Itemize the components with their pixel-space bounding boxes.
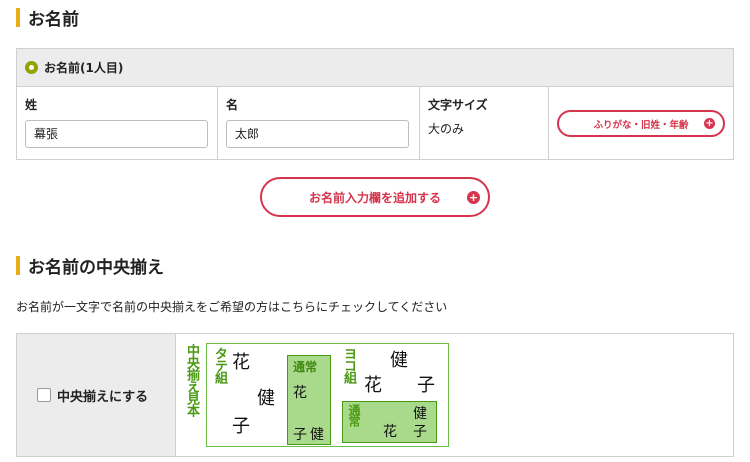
add-name-label: お名前入力欄を追加する (308, 190, 441, 205)
options-cell: ふりがな・旧姓・年齢 + (549, 87, 733, 160)
center-align-description: お名前が一文字で名前の中央揃えをご希望の方はこちらにチェックしてください (16, 300, 448, 314)
horizontal-normal-ken: 健 (413, 406, 427, 422)
horizontal-glyph-ken: 健 (390, 350, 408, 371)
horizontal-normal-box: 通常 健 花 子 (342, 401, 437, 443)
horizontal-normal-hana: 花 (383, 424, 397, 440)
title-accent-bar (16, 7, 20, 27)
horizontal-glyph-ko: 子 (417, 375, 435, 396)
plus-circle-icon: + (704, 118, 715, 129)
center-align-checkbox[interactable] (37, 388, 51, 402)
name-entry-table: お名前(1人目) 姓 幕張 名 太郎 文字サイズ 大のみ ふりがな・旧姓・年齢 … (16, 48, 734, 160)
title-accent-bar (16, 255, 20, 275)
vertical-normal-ko: 子 (293, 427, 307, 443)
name-entry-row: 姓 幕張 名 太郎 文字サイズ 大のみ ふりがな・旧姓・年齢 + (17, 87, 733, 160)
horizontal-label: ヨコ組 (341, 347, 356, 383)
first-name-cell: 名 太郎 (218, 87, 420, 160)
font-size-label: 文字サイズ (428, 98, 488, 112)
vertical-glyph-hana: 花 (232, 352, 250, 373)
last-name-input[interactable]: 幕張 (25, 120, 208, 148)
center-align-option[interactable]: 中央揃えにする (17, 334, 176, 456)
vertical-label: タテ組 (212, 347, 227, 383)
vertical-normal-ken: 健 (310, 427, 324, 443)
add-name-button[interactable]: お名前入力欄を追加する + (260, 177, 490, 217)
first-name-label: 名 (226, 98, 239, 112)
plus-circle-icon: + (467, 191, 480, 204)
sample-side-label: 中央揃え見本 (184, 344, 199, 416)
section-title-name: お名前 (16, 6, 79, 30)
vertical-normal-hana: 花 (293, 385, 307, 401)
center-align-sample: 中央揃え見本 タテ組 花 健 子 通常 花 子 健 ヨコ組 健 花 子 通常 健… (176, 334, 733, 456)
furigana-options-label: ふりがな・旧姓・年齢 (593, 119, 689, 131)
horizontal-glyph-hana: 花 (364, 375, 382, 396)
vertical-glyph-ken: 健 (257, 388, 275, 409)
vertical-glyph-ko: 子 (232, 416, 250, 437)
last-name-label: 姓 (25, 98, 38, 112)
sample-box: タテ組 花 健 子 通常 花 子 健 ヨコ組 健 花 子 通常 健 花 子 (206, 343, 449, 447)
section-title-text: お名前 (28, 9, 79, 30)
horizontal-normal-ko: 子 (413, 424, 427, 440)
name-entry-header-label: お名前(1人目) (44, 61, 124, 75)
vertical-normal-box: 通常 花 子 健 (287, 355, 331, 445)
name-entry-header: お名前(1人目) (17, 49, 733, 87)
center-align-table: 中央揃えにする 中央揃え見本 タテ組 花 健 子 通常 花 子 健 ヨコ組 健 … (16, 333, 734, 457)
furigana-options-button[interactable]: ふりがな・旧姓・年齢 + (557, 110, 725, 137)
first-name-input[interactable]: 太郎 (226, 120, 409, 148)
horizontal-normal-label: 通常 (347, 404, 361, 426)
radio-selected-icon (25, 61, 38, 74)
section-title-center: お名前の中央揃え (16, 254, 164, 278)
font-size-value: 大のみ (428, 122, 465, 136)
last-name-cell: 姓 幕張 (17, 87, 218, 160)
vertical-normal-label: 通常 (293, 360, 318, 374)
section-title-text: お名前の中央揃え (28, 257, 164, 278)
center-align-label: 中央揃えにする (57, 389, 149, 405)
font-size-cell: 文字サイズ 大のみ (420, 87, 549, 160)
